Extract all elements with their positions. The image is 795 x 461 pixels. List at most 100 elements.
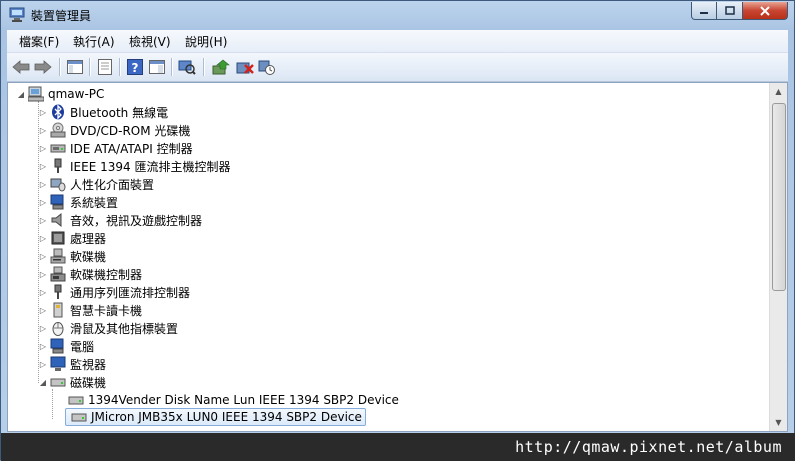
watermark-url: http://qmaw.pixnet.net/album	[515, 438, 782, 456]
device-manager-icon	[9, 7, 25, 22]
disk-device-icon	[71, 409, 87, 425]
menu-file[interactable]: 檔案(F)	[19, 33, 59, 50]
menu-action[interactable]: 執行(A)	[73, 33, 115, 50]
window-title: 裝置管理員	[31, 9, 92, 23]
menu-bar: 檔案(F) 執行(A) 檢視(V) 說明(H)	[7, 30, 788, 53]
tree-node-ide[interactable]: ▷ IDE ATA/ATAPI 控制器	[38, 139, 193, 157]
collapse-arrow-icon[interactable]: ◢	[16, 85, 26, 103]
tree-node-processor[interactable]: ▷ 處理器	[38, 229, 106, 247]
expand-arrow-icon[interactable]: ▷	[38, 265, 48, 283]
expand-arrow-icon[interactable]: ▷	[38, 355, 48, 373]
category-label: 監視器	[70, 357, 107, 372]
device-tree: ◢ qmaw-PC ▷ Bluetooth 無線電 ▷ DVD/CD-ROM 光…	[8, 83, 772, 431]
show-hide-tree-icon[interactable]	[65, 57, 85, 77]
tree-node-system[interactable]: ▷ 系統裝置	[38, 193, 118, 211]
system-devices-icon	[50, 194, 66, 210]
tree-node-smartcard[interactable]: ▷ 智慧卡讀卡機	[38, 301, 142, 319]
expand-arrow-icon[interactable]: ▷	[38, 193, 48, 211]
scroll-down-icon[interactable]: ▼	[770, 414, 787, 431]
expand-arrow-icon[interactable]: ▷	[38, 211, 48, 229]
tree-node-floppy-controller[interactable]: ▷ 軟碟機控制器	[38, 265, 142, 283]
help-icon[interactable]: ?	[125, 57, 145, 77]
category-label: 軟碟機控制器	[70, 267, 143, 282]
tree-node-usb[interactable]: ▷ 通用序列匯流排控制器	[38, 283, 190, 301]
collapse-arrow-icon[interactable]: ◢	[38, 373, 48, 391]
action-pane-icon[interactable]	[147, 57, 167, 77]
device-manager-window: 裝置管理員 檔案(F) 執行(A) 檢視(V) 說明(H) ? ◢ qmaw-P…	[0, 0, 795, 461]
device-item-selected[interactable]: JMicron JMB35x LUN0 IEEE 1394 SBP2 Devic…	[65, 408, 366, 426]
expand-arrow-icon[interactable]: ▷	[38, 337, 48, 355]
tree-node-sound[interactable]: ▷ 音效，視訊及遊戲控制器	[38, 211, 202, 229]
maximize-button[interactable]	[717, 2, 743, 20]
category-label: 智慧卡讀卡機	[70, 303, 143, 318]
minimize-button[interactable]	[691, 2, 717, 20]
device-label: JMicron JMB35x LUN0 IEEE 1394 SBP2 Devic…	[91, 410, 362, 424]
device-item[interactable]: 1394Vender Disk Name Lun IEEE 1394 SBP2 …	[66, 391, 399, 409]
category-label: DVD/CD-ROM 光碟機	[70, 123, 191, 138]
firewire-icon	[50, 158, 66, 174]
expand-arrow-icon[interactable]: ▷	[38, 301, 48, 319]
category-label: 人性化介面裝置	[70, 177, 155, 192]
update-driver-icon[interactable]	[211, 57, 231, 77]
tree-node-disk-drives[interactable]: ◢ 磁碟機	[38, 373, 106, 391]
optical-drive-icon	[50, 122, 66, 138]
category-label: 軟碟機	[70, 249, 107, 264]
category-label: 磁碟機	[70, 375, 107, 390]
disk-drive-icon	[50, 374, 66, 390]
expand-arrow-icon[interactable]: ▷	[38, 121, 48, 139]
category-label: 音效，視訊及遊戲控制器	[70, 213, 203, 228]
disable-icon[interactable]	[257, 57, 277, 77]
disk-device-icon	[68, 392, 84, 408]
properties-icon[interactable]	[95, 57, 115, 77]
expand-arrow-icon[interactable]: ▷	[38, 103, 48, 121]
back-icon[interactable]	[11, 57, 31, 77]
category-label: IEEE 1394 匯流排主機控制器	[70, 159, 231, 174]
sound-icon	[50, 212, 66, 228]
processor-icon	[50, 230, 66, 246]
tree-node-mouse[interactable]: ▷ 滑鼠及其他指標裝置	[38, 319, 178, 337]
expand-arrow-icon[interactable]: ▷	[38, 139, 48, 157]
computer-icon	[50, 338, 66, 354]
category-label: 通用序列匯流排控制器	[70, 285, 191, 300]
smart-card-icon	[50, 302, 66, 318]
toolbar: ?	[7, 53, 788, 82]
tree-node-computer[interactable]: ▷ 電腦	[38, 337, 94, 355]
tree-node-hid[interactable]: ▷ 人性化介面裝置	[38, 175, 154, 193]
expand-arrow-icon[interactable]: ▷	[38, 229, 48, 247]
scan-hardware-icon[interactable]	[177, 57, 197, 77]
svg-text:?: ?	[132, 61, 139, 75]
scroll-up-icon[interactable]: ▲	[770, 83, 787, 100]
tree-node-floppy[interactable]: ▷ 軟碟機	[38, 247, 106, 265]
expand-arrow-icon[interactable]: ▷	[38, 175, 48, 193]
device-label: 1394Vender Disk Name Lun IEEE 1394 SBP2 …	[88, 393, 399, 407]
scrollbar-thumb[interactable]	[772, 103, 786, 291]
tree-node-bluetooth[interactable]: ▷ Bluetooth 無線電	[38, 103, 168, 121]
mouse-icon	[50, 320, 66, 336]
tree-root[interactable]: ◢ qmaw-PC	[16, 85, 104, 103]
bluetooth-icon	[50, 104, 66, 120]
menu-view[interactable]: 檢視(V)	[129, 33, 171, 50]
monitor-icon	[50, 356, 66, 372]
expand-arrow-icon[interactable]: ▷	[38, 319, 48, 337]
uninstall-icon[interactable]	[235, 57, 255, 77]
floppy-drive-icon	[50, 248, 66, 264]
expand-arrow-icon[interactable]: ▷	[38, 283, 48, 301]
vertical-scrollbar[interactable]: ▲ ▼	[769, 83, 787, 431]
root-label: qmaw-PC	[48, 87, 105, 101]
close-button[interactable]	[743, 2, 788, 20]
category-label: IDE ATA/ATAPI 控制器	[70, 141, 193, 156]
expand-arrow-icon[interactable]: ▷	[38, 247, 48, 265]
category-label: 系統裝置	[70, 195, 119, 210]
floppy-controller-icon	[50, 266, 66, 282]
ide-controller-icon	[50, 140, 66, 156]
forward-icon[interactable]	[33, 57, 53, 77]
hid-icon	[50, 176, 66, 192]
tree-node-monitor[interactable]: ▷ 監視器	[38, 355, 106, 373]
title-bar[interactable]: 裝置管理員	[1, 1, 794, 29]
menu-help[interactable]: 說明(H)	[185, 33, 227, 50]
tree-node-ieee1394[interactable]: ▷ IEEE 1394 匯流排主機控制器	[38, 157, 230, 175]
tree-node-dvd[interactable]: ▷ DVD/CD-ROM 光碟機	[38, 121, 190, 139]
expand-arrow-icon[interactable]: ▷	[38, 157, 48, 175]
usb-icon	[50, 284, 66, 300]
category-label: Bluetooth 無線電	[70, 105, 169, 120]
